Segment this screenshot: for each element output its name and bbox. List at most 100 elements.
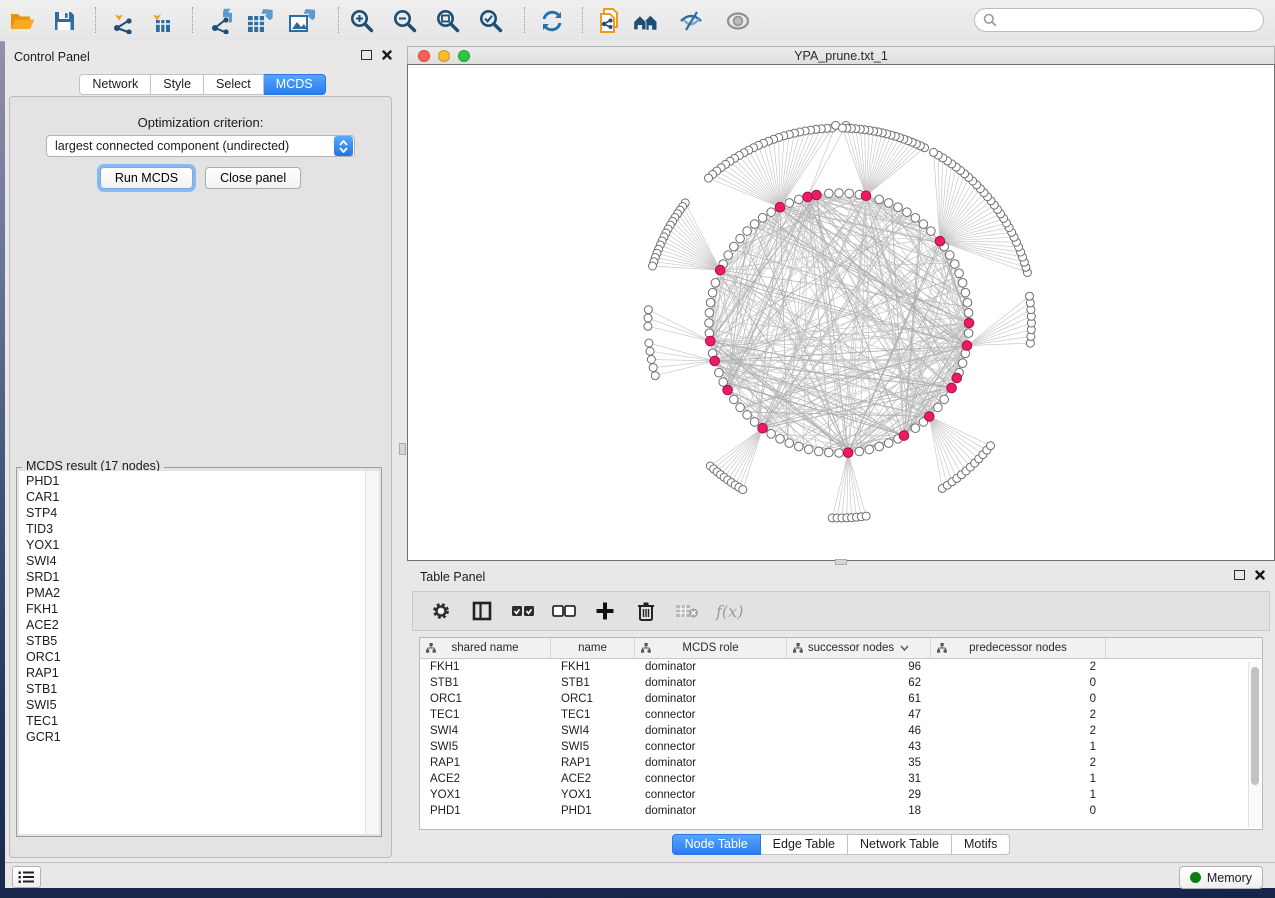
show-eye-icon[interactable] (724, 7, 752, 35)
table-row[interactable]: ACE2ACE2connector311 (420, 771, 1262, 787)
table-cell[interactable]: 43 (787, 739, 931, 755)
table-cell[interactable]: 2 (931, 723, 1106, 739)
home-networks-icon[interactable] (632, 7, 660, 35)
result-node-item[interactable]: TEC1 (19, 713, 379, 729)
table-cell[interactable]: connector (635, 787, 787, 803)
tab-style[interactable]: Style (151, 74, 204, 95)
table-cell[interactable]: PHD1 (420, 803, 551, 819)
close-panel-icon[interactable] (1255, 570, 1265, 580)
search-box[interactable] (974, 8, 1264, 32)
hide-eye-icon[interactable] (677, 7, 705, 35)
result-node-item[interactable]: SWI4 (19, 553, 379, 569)
zoom-in-icon[interactable] (348, 7, 376, 35)
result-node-item[interactable]: STB1 (19, 681, 379, 697)
table-cell[interactable]: FKH1 (420, 659, 551, 675)
table-cell[interactable]: 0 (931, 691, 1106, 707)
table-row[interactable]: RAP1RAP1dominator352 (420, 755, 1262, 771)
result-list-scrollbar[interactable] (365, 471, 379, 834)
table-cell[interactable]: connector (635, 771, 787, 787)
zoom-fit-icon[interactable] (434, 7, 462, 35)
result-node-item[interactable]: ORC1 (19, 649, 379, 665)
vertical-splitter-handle[interactable] (399, 443, 406, 455)
table-cell[interactable]: 35 (787, 755, 931, 771)
table-cell[interactable]: 62 (787, 675, 931, 691)
table-cell[interactable]: FKH1 (551, 659, 635, 675)
table-cell[interactable]: PHD1 (551, 803, 635, 819)
table-cell[interactable]: ACE2 (551, 771, 635, 787)
table-cell[interactable]: ORC1 (420, 691, 551, 707)
table-cell[interactable]: 1 (931, 787, 1106, 803)
table-cell[interactable]: dominator (635, 675, 787, 691)
table-cell[interactable]: 1 (931, 739, 1106, 755)
result-node-item[interactable]: SRD1 (19, 569, 379, 585)
zoom-selected-icon[interactable] (477, 7, 505, 35)
table-cell[interactable]: 2 (931, 659, 1106, 675)
table-row[interactable]: SWI4SWI4dominator462 (420, 723, 1262, 739)
export-network-icon[interactable] (208, 7, 236, 35)
node-table[interactable]: shared namenameMCDS rolesuccessor nodesp… (419, 637, 1263, 830)
table-scrollbar[interactable] (1248, 662, 1261, 827)
table-cell[interactable]: 0 (931, 803, 1106, 819)
table-cell[interactable]: dominator (635, 803, 787, 819)
table-cell[interactable]: dominator (635, 755, 787, 771)
import-network-icon[interactable] (110, 7, 138, 35)
zoom-window-icon[interactable] (458, 50, 470, 62)
result-node-item[interactable]: SWI5 (19, 697, 379, 713)
show-columns-icon[interactable] (470, 599, 494, 623)
result-node-item[interactable]: YOX1 (19, 537, 379, 553)
table-cell[interactable]: connector (635, 707, 787, 723)
close-window-icon[interactable] (418, 50, 430, 62)
export-table-icon[interactable] (246, 7, 274, 35)
table-cell[interactable]: dominator (635, 659, 787, 675)
table-row[interactable]: YOX1YOX1connector291 (420, 787, 1262, 803)
table-row[interactable]: ORC1ORC1dominator610 (420, 691, 1262, 707)
add-column-icon[interactable] (593, 599, 617, 623)
tab-mcds[interactable]: MCDS (264, 74, 326, 95)
table-cell[interactable]: 96 (787, 659, 931, 675)
result-node-item[interactable]: RAP1 (19, 665, 379, 681)
table-cell[interactable]: 2 (931, 755, 1106, 771)
run-mcds-button[interactable]: Run MCDS (100, 167, 193, 189)
close-panel-icon[interactable] (382, 50, 392, 60)
column-header-predecessor-nodes[interactable]: predecessor nodes (931, 638, 1106, 658)
column-header-mcds-role[interactable]: MCDS role (635, 638, 787, 658)
table-cell[interactable]: ACE2 (420, 771, 551, 787)
table-cell[interactable]: 1 (931, 771, 1106, 787)
table-cell[interactable]: YOX1 (420, 787, 551, 803)
network-canvas[interactable] (407, 64, 1275, 561)
export-image-icon[interactable] (288, 7, 316, 35)
table-cell[interactable]: STB1 (551, 675, 635, 691)
table-cell[interactable]: SWI4 (420, 723, 551, 739)
network-graph[interactable] (408, 65, 1274, 560)
close-panel-button[interactable]: Close panel (205, 167, 301, 189)
table-cell[interactable]: 31 (787, 771, 931, 787)
table-cell[interactable]: connector (635, 739, 787, 755)
table-tab-network-table[interactable]: Network Table (848, 834, 952, 855)
task-history-button[interactable] (12, 866, 41, 888)
result-node-item[interactable]: FKH1 (19, 601, 379, 617)
table-tab-motifs[interactable]: Motifs (952, 834, 1010, 855)
table-row[interactable]: SWI5SWI5connector431 (420, 739, 1262, 755)
table-cell[interactable]: SWI4 (551, 723, 635, 739)
result-node-item[interactable]: GCR1 (19, 729, 379, 745)
result-node-item[interactable]: ACE2 (19, 617, 379, 633)
float-panel-icon[interactable] (361, 50, 372, 60)
table-cell[interactable]: SWI5 (420, 739, 551, 755)
table-cell[interactable]: 0 (931, 675, 1106, 691)
table-cell[interactable]: ORC1 (551, 691, 635, 707)
criterion-dropdown[interactable]: largest connected component (undirected) (46, 135, 355, 157)
network-window-titlebar[interactable]: YPA_prune.txt_1 (407, 46, 1275, 64)
result-node-item[interactable]: STP4 (19, 505, 379, 521)
share-document-icon[interactable] (595, 7, 623, 35)
table-row[interactable]: TEC1TEC1connector472 (420, 707, 1262, 723)
table-row[interactable]: PHD1PHD1dominator180 (420, 803, 1262, 819)
minimize-window-icon[interactable] (438, 50, 450, 62)
table-row[interactable]: FKH1FKH1dominator962 (420, 659, 1262, 675)
table-cell[interactable]: 47 (787, 707, 931, 723)
table-cell[interactable]: YOX1 (551, 787, 635, 803)
table-cell[interactable]: 18 (787, 803, 931, 819)
result-node-item[interactable]: TID3 (19, 521, 379, 537)
delete-column-trash-icon[interactable] (634, 599, 658, 623)
zoom-out-icon[interactable] (391, 7, 419, 35)
tab-network[interactable]: Network (79, 74, 151, 95)
